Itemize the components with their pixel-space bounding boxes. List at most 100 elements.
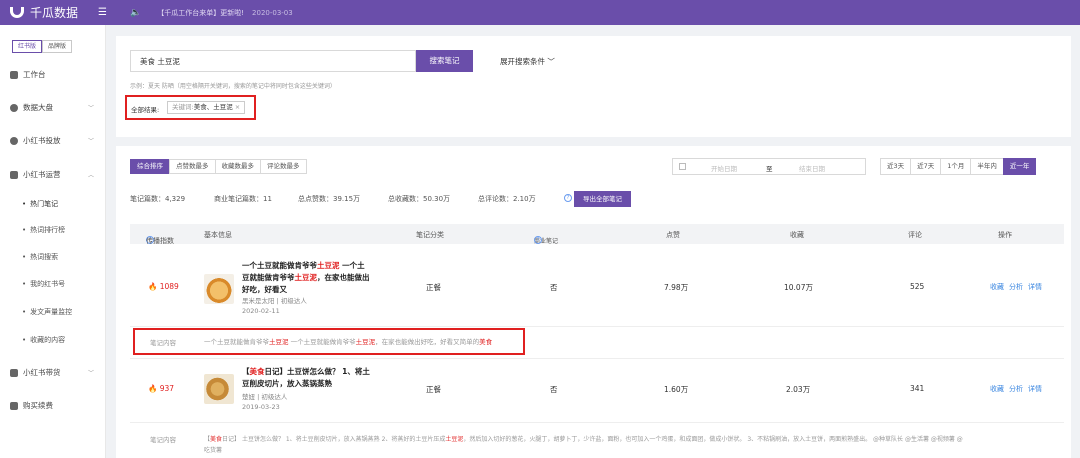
range-6m[interactable]: 半年内 [970, 158, 1004, 175]
chevron-down-icon: ﹀ [87, 370, 94, 377]
pie-icon [10, 103, 18, 112]
keyword-highlight: 土豆泥 [294, 273, 318, 282]
title-part: 【 [242, 367, 250, 376]
note-date: 2020-02-11 [242, 307, 280, 315]
note-favs: 2.03万 [786, 385, 811, 394]
analyze-link[interactable]: 分析 [1009, 283, 1023, 291]
note-thumbnail[interactable] [204, 274, 234, 304]
keyword-highlight: 土豆泥 [445, 436, 464, 443]
analyze-link[interactable]: 分析 [1009, 385, 1023, 393]
sidebar-item-selling[interactable]: 小红书带货 ﹀ [10, 367, 96, 378]
note-comments: 525 [910, 282, 925, 291]
divider [130, 358, 1064, 359]
chevron-down-icon: ﹀ [87, 105, 94, 112]
range-1m[interactable]: 1个月 [940, 158, 972, 175]
result-label: 全部结果: [131, 106, 160, 114]
sidebar-item-operation[interactable]: 小红书运营 ︿ [10, 169, 96, 180]
note-thumbnail[interactable] [204, 374, 234, 404]
date-range-picker[interactable]: 开始日期 至 结束日期 [672, 158, 866, 175]
stat-likes: 总点赞数：39.15万 [298, 195, 361, 203]
row-actions: 收藏 分析 详情 [990, 282, 1047, 292]
sort-tab-favs[interactable]: 收藏数最多 [214, 159, 261, 174]
sidebar-item-label: 工作台 [23, 70, 46, 79]
col-category: 笔记分类 [416, 231, 444, 239]
sidebar-sub-favorites[interactable]: 收藏的内容 [22, 335, 65, 345]
note-likes: 1.60万 [664, 385, 689, 394]
notice-message: 【千瓜工作台来单】更新啦! [157, 8, 245, 17]
favorite-link[interactable]: 收藏 [990, 283, 1004, 291]
detail-link[interactable]: 详情 [1028, 385, 1042, 393]
detail-link[interactable]: 详情 [1028, 283, 1042, 291]
close-icon[interactable]: × [235, 103, 240, 111]
col-actions: 操作 [998, 231, 1012, 239]
sort-tab-overall[interactable]: 综合排序 [130, 159, 170, 174]
sidebar-item-placement[interactable]: 小红书投放 ﹀ [10, 135, 96, 146]
expand-filters-button[interactable]: 展开搜索条件 ﹀ [500, 56, 555, 67]
range-tabs: 近3天 近7天 1个月 半年内 近一年 [880, 158, 1037, 175]
content-text-continued: 吃货薯 [204, 447, 223, 454]
sidebar-sub-my-account[interactable]: 我的红书号 [22, 279, 65, 289]
top-bar: 千瓜数据 ☰ 🔈 【千瓜工作台来单】更新啦! 2020-03-03 [0, 0, 1080, 25]
note-title[interactable]: 一个土豆就能做肯爷爷土豆泥 一个土豆就能做肯爷爷土豆泥，在家也能做出好吃，好看又 [242, 260, 370, 296]
sidebar-sub-hot-notes[interactable]: 热门笔记 [22, 199, 58, 209]
divider [130, 326, 1064, 327]
keyword-highlight: 美食 [249, 367, 265, 376]
col-comments: 评论 [908, 231, 922, 239]
sort-tab-comments[interactable]: 评论数最多 [260, 159, 307, 174]
search-input[interactable]: 美食 土豆泥 [130, 50, 416, 72]
version-tab-red[interactable]: 红书版 [12, 40, 43, 53]
search-button[interactable]: 搜索笔记 [416, 50, 473, 72]
version-tab-brand[interactable]: 品牌版 [42, 40, 73, 53]
keyword-tag[interactable]: 关键词:美食、土豆泥 × [167, 101, 246, 114]
sidebar-sub-hot-words[interactable]: 热词排行榜 [22, 225, 65, 235]
brand-name: 千瓜数据 [30, 6, 79, 20]
speaker-icon: 🔈 [130, 7, 142, 18]
search-panel: 美食 土豆泥 搜索笔记 展开搜索条件 ﹀ 示例：夏天 防晒（用空格隔开关键词，搜… [116, 36, 1071, 137]
sidebar-sub-word-search[interactable]: 热词搜索 [22, 252, 58, 262]
help-icon[interactable]: ? [564, 194, 572, 202]
cart-icon [10, 401, 18, 410]
note-comments: 341 [910, 384, 925, 393]
sidebar-item-dashboard[interactable]: 数据大盘 ﹀ [10, 102, 96, 113]
expand-label: 展开搜索条件 [500, 57, 545, 66]
sidebar-sub-monitor[interactable]: 发文声量监控 [22, 307, 72, 317]
content-label: 笔记内容 [150, 436, 176, 444]
help-icon[interactable]: ? [534, 236, 542, 244]
tag-key: 关键词: [172, 103, 194, 111]
tag-value: 美食、土豆泥 [193, 103, 233, 111]
grid-icon [10, 70, 18, 79]
menu-icon[interactable]: ☰ [98, 7, 116, 18]
note-author[interactable]: 楚妞 | 初级达人 [242, 392, 287, 402]
target-icon [10, 136, 18, 145]
note-date: 2019-03-23 [242, 403, 280, 411]
sort-tab-likes[interactable]: 点赞数最多 [169, 159, 216, 174]
content-part: 日记】 土豆饼怎么做？ 1、将土豆削皮切片，放入蒸锅蒸熟 2、将蒸好的土豆片压成 [222, 436, 446, 443]
keyword-highlight: 美食 [210, 436, 223, 443]
chevron-down-icon: ﹀ [87, 138, 94, 145]
table-row[interactable]: 🔥 1089 一个土豆就能做肯爷爷土豆泥 一个土豆就能做肯爷爷土豆泥，在家也能做… [130, 254, 1064, 324]
export-button[interactable]: 导出全部笔记 [574, 191, 631, 207]
chevron-down-icon: ﹀ [547, 57, 555, 66]
brand-logo[interactable]: 千瓜数据 [10, 4, 98, 21]
calendar-icon [679, 163, 686, 170]
range-3d[interactable]: 近3天 [880, 158, 912, 175]
notice-text[interactable]: 【千瓜工作台来单】更新啦! 2020-03-03 [157, 8, 293, 18]
date-start[interactable]: 开始日期 [711, 163, 737, 173]
content-text: 【美食日记】 土豆饼怎么做？ 1、将土豆削皮切片，放入蒸锅蒸熟 2、将蒸好的土豆… [204, 434, 963, 445]
stat-notes: 笔记篇数：4,329 [130, 195, 186, 203]
table-header: ? 传播指数 基本信息 笔记分类 商业笔记 ? 点赞 收藏 评论 操作 [130, 224, 1064, 245]
table-row[interactable]: 🔥 937 【美食日记】土豆饼怎么做？ 1、将土豆削皮切片，放入蒸锅蒸熟 楚妞 … [130, 360, 1064, 420]
sidebar-item-renew[interactable]: 购买续费 [10, 400, 96, 411]
range-7d[interactable]: 近7天 [910, 158, 942, 175]
note-author[interactable]: 黑米是太阳 | 初级达人 [242, 296, 307, 306]
sidebar-item-workbench[interactable]: 工作台 [10, 69, 96, 80]
notice-date: 2020-03-03 [252, 8, 293, 17]
note-business: 否 [550, 385, 558, 394]
note-title[interactable]: 【美食日记】土豆饼怎么做？ 1、将土豆削皮切片，放入蒸锅蒸熟 [242, 366, 370, 390]
date-end[interactable]: 结束日期 [799, 163, 825, 173]
result-filter-box: 全部结果: 关键词:美食、土豆泥 × [125, 95, 256, 120]
range-1y[interactable]: 近一年 [1002, 158, 1037, 175]
content-part: ，然后加入切好的葱花，火腿丁，胡萝卜丁，少许盐，面粉，也可加入一个鸡蛋，和成面团… [463, 436, 963, 443]
sort-tabs: 综合排序 点赞数最多 收藏数最多 评论数最多 [130, 159, 307, 174]
favorite-link[interactable]: 收藏 [990, 385, 1004, 393]
